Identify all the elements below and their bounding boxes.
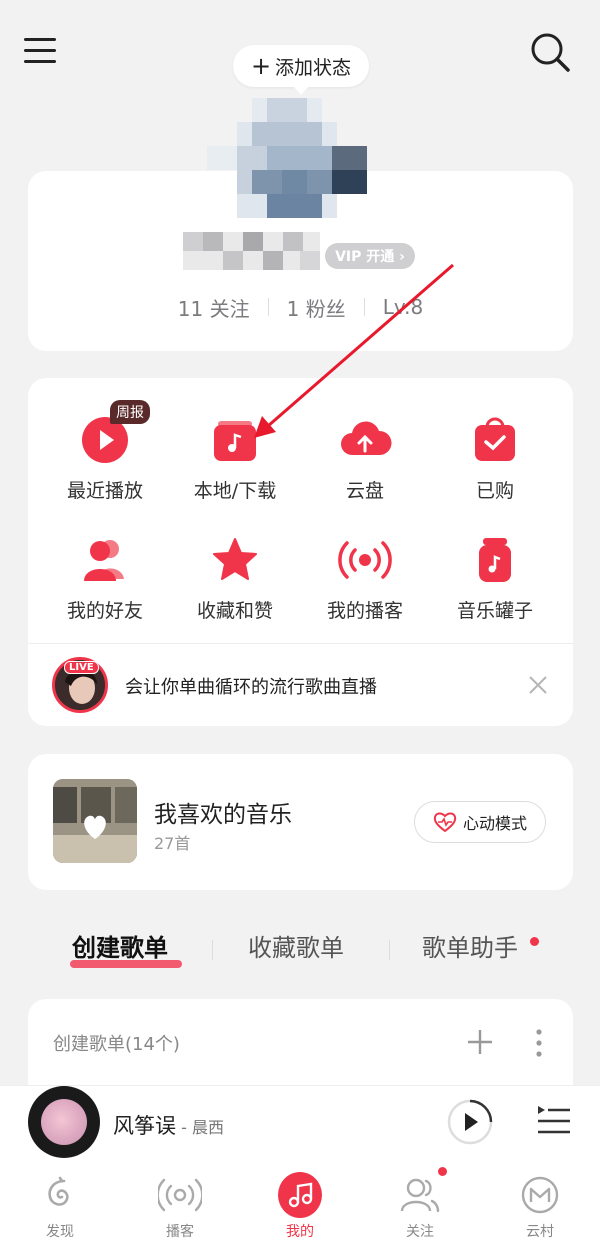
heart-wave-icon [433,812,457,833]
grid-item-label: 我的播客 [326,600,403,622]
username-blurred [183,232,320,270]
more-options-button[interactable] [530,1028,548,1058]
broadcast-icon [158,1178,202,1212]
add-status-button[interactable]: + 添加状态 [233,45,369,95]
live-badge: LIVE [64,661,99,674]
close-icon [529,676,547,694]
grid-item-local-download[interactable]: 本地/下载 [170,410,300,503]
grid-item-music-jar[interactable]: 音乐罐子 [430,530,560,623]
song-title: 风筝误 [113,1114,176,1138]
avatar[interactable] [207,98,367,218]
grid-item-my-podcast[interactable]: 我的播客 [300,530,430,623]
close-button[interactable] [527,674,549,696]
playlist-tabs: 创建歌单 收藏歌单 歌单助手 [28,928,573,974]
queue-icon [538,1106,570,1134]
plus-icon [468,1030,492,1054]
follow-stat[interactable]: 11 关注 [178,293,250,322]
nav-follow[interactable]: 关注 [380,1167,460,1241]
level-stat[interactable]: Lv.8 [383,295,424,319]
grid-item-recent-play[interactable]: 周报 最近播放 [40,400,170,503]
song-artist: - 晨西 [176,1118,224,1137]
menu-line [24,38,56,41]
tab-playlist-assistant[interactable]: 歌单助手 [422,928,518,963]
play-icon [447,1099,493,1145]
menu-line [24,60,56,63]
album-disc[interactable] [28,1086,100,1158]
created-playlists-header: 创建歌单(14个) [53,1034,180,1055]
heartbeat-mode-button[interactable]: 心动模式 [414,801,546,843]
divider [28,643,573,644]
nav-label: 关注 [406,1224,434,1240]
menu-button[interactable] [24,38,60,68]
profile-stats: 11 关注 1 粉丝 Lv.8 [28,292,573,322]
grid-item-label: 音乐罐子 [456,600,533,622]
nav-village[interactable]: 云村 [500,1173,580,1241]
grid-item-label: 我的好友 [66,600,143,622]
menu-line [24,49,56,52]
nav-discover[interactable]: 发现 [20,1173,100,1241]
grid-item-label: 本地/下载 [193,480,277,502]
liked-music-title: 我喜欢的音乐 [154,802,292,828]
divider [363,298,365,316]
more-vertical-icon [536,1029,542,1057]
nav-active-indicator [278,1172,322,1218]
notification-dot [438,1167,447,1176]
grid-item-label: 云盘 [345,480,384,502]
friends-icon [400,1178,440,1213]
grid-item-favorites-likes[interactable]: 收藏和赞 [170,530,300,623]
nav-label: 我的 [286,1224,314,1240]
music-note-icon [288,1182,313,1208]
vip-open-badge[interactable]: VIP 开通 › [325,243,415,269]
add-status-label: 添加状态 [275,56,352,79]
tab-collected-playlists[interactable]: 收藏歌单 [248,928,344,963]
search-icon [531,33,570,72]
create-playlist-button[interactable] [466,1028,494,1056]
notification-dot [530,937,539,946]
grid-item-friends[interactable]: 我的好友 [40,530,170,623]
weekly-report-badge: 周报 [110,400,150,424]
netease-logo-icon [48,1176,69,1206]
divider [389,940,390,960]
friends-icon [84,540,124,581]
now-playing[interactable]: 风筝误 - 晨西 [113,1110,224,1140]
star-icon [213,538,257,580]
village-icon [521,1176,559,1214]
grid-item-cloud[interactable]: 云盘 [300,410,430,503]
music-jar-icon [479,538,511,582]
live-recommendation-text[interactable]: 会让你单曲循环的流行歌曲直播 [125,673,377,699]
grid-item-purchased[interactable]: 已购 [430,410,560,503]
album-art [41,1099,87,1145]
nav-mine[interactable]: 我的 [260,1172,340,1241]
nav-label: 云村 [526,1224,554,1240]
shopping-bag-icon [475,417,515,461]
cloud-upload-icon [341,421,392,455]
nav-label: 播客 [166,1224,194,1240]
divider [267,298,269,316]
liked-music-count: 27首 [154,834,191,853]
heartbeat-mode-label: 心动模式 [462,814,527,833]
divider [212,940,213,960]
broadcast-icon [338,541,392,579]
fans-stat[interactable]: 1 粉丝 [287,293,346,322]
grid-item-label: 最近播放 [66,480,143,502]
tab-created-playlists[interactable]: 创建歌单 [72,928,168,963]
liked-music-cover [53,779,137,863]
grid-item-label: 已购 [475,480,514,502]
plus-icon: + [250,52,272,80]
play-pause-button[interactable] [447,1099,493,1145]
nav-podcast[interactable]: 播客 [140,1173,220,1241]
search-button[interactable] [528,30,572,74]
playlist-queue-button[interactable] [536,1104,572,1138]
music-folder-icon [214,421,256,461]
nav-label: 发现 [46,1224,74,1240]
grid-item-label: 收藏和赞 [196,600,273,622]
